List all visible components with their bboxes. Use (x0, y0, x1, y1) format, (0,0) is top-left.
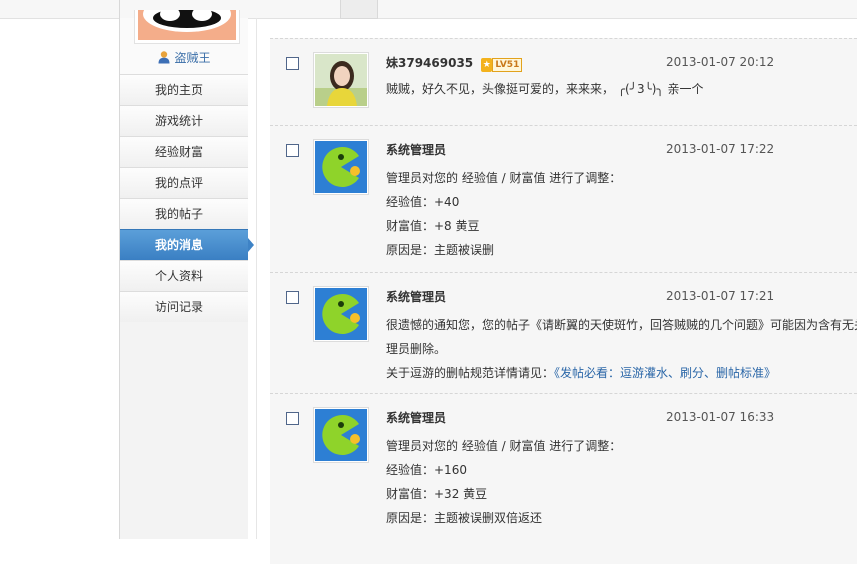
policy-prefix: 关于逗游的删帖规范详情请见： (386, 366, 555, 380)
sender-avatar[interactable] (313, 407, 369, 463)
sidebar-item-my-messages[interactable]: 我的消息 (120, 229, 254, 260)
toolbar-tab[interactable] (340, 0, 378, 19)
username-row[interactable]: 盗贼王 (120, 49, 248, 66)
message-body: 贼贼，好久不见，头像挺可爱的，来来来， ╭(╯3╰)╮ 亲一个 (386, 77, 857, 101)
content-divider (256, 18, 257, 539)
level-badge: ★ LV51 (481, 58, 523, 72)
profile-box: 盗贼王 (120, 10, 248, 74)
message-line: 经验值：+40 (386, 195, 460, 209)
message-checkbox[interactable] (286, 291, 299, 304)
message-line: 财富值：+32 黄豆 (386, 487, 488, 501)
sidebar-item-visit-history[interactable]: 访问记录 (120, 291, 248, 322)
message-checkbox[interactable] (286, 144, 299, 157)
message-list: 妹379469035 ★ LV51 2013-01-07 20:12 贼贼，好久不… (270, 38, 857, 564)
sender-name[interactable]: 系统管理员 (386, 409, 446, 426)
message-body: 管理员对您的 经验值 / 财富值 进行了调整： 经验值：+160 财富值：+32… (386, 434, 857, 530)
message-checkbox[interactable] (286, 57, 299, 70)
sender-avatar[interactable] (313, 286, 369, 342)
sidebar-item-experience-wealth[interactable]: 经验财富 (120, 136, 248, 167)
user-avatar[interactable] (134, 10, 240, 44)
sidebar-item-my-reviews[interactable]: 我的点评 (120, 167, 248, 198)
message-line: 经验值：+160 (386, 463, 467, 477)
sender-avatar[interactable] (313, 139, 369, 195)
sidebar-item-home[interactable]: 我的主页 (120, 74, 248, 105)
sidebar-nav: 我的主页 游戏统计 经验财富 我的点评 我的帖子 我的消息 个人资料 访问记录 (120, 74, 254, 322)
message-line: 财富值：+8 黄豆 (386, 219, 480, 233)
message-body: 很遗憾的通知您，您的帖子《请断翼的天使斑竹，回答贼贼的几个问题》可能因为含有无关… (386, 313, 857, 385)
message-line: 原因是：主题被误删 (386, 243, 495, 257)
message-time: 2013-01-07 16:33 (666, 410, 775, 424)
message-line: 管理员对您的 经验值 / 财富值 进行了调整： (386, 439, 622, 453)
message-line: 理员删除。 (386, 342, 447, 356)
sender-name[interactable]: 系统管理员 (386, 141, 446, 158)
user-icon (157, 50, 171, 64)
sender-name[interactable]: 系统管理员 (386, 288, 446, 305)
policy-link[interactable]: 《发帖必看：逗游灌水、刷分、删帖标准》 (554, 366, 776, 380)
sidebar: 盗贼王 我的主页 游戏统计 经验财富 我的点评 我的帖子 我的消息 个人资料 访… (120, 10, 254, 539)
message-line: 贼贼，好久不见，头像挺可爱的，来来来， ╭(╯3╰)╮ 亲一个 (386, 82, 704, 96)
message-item: 系统管理员 2013-01-07 17:21 很遗憾的通知您，您的帖子《请断翼的… (270, 272, 857, 393)
message-item: 系统管理员 2013-01-07 16:33 管理员对您的 经验值 / 财富值 … (270, 393, 857, 564)
message-item: 妹379469035 ★ LV51 2013-01-07 20:12 贼贼，好久不… (270, 38, 857, 125)
sender-name-text[interactable]: 妹379469035 (386, 56, 473, 70)
level-label: LV51 (492, 58, 523, 72)
sender-avatar[interactable] (313, 52, 369, 108)
message-item: 系统管理员 2013-01-07 17:22 管理员对您的 经验值 / 财富值 … (270, 125, 857, 272)
message-line: 关于逗游的删帖规范详情请见：《发帖必看：逗游灌水、刷分、删帖标准》 (386, 361, 857, 385)
message-line: 很遗憾的通知您，您的帖子《请断翼的天使斑竹，回答贼贼的几个问题》可能因为含有无关 (386, 318, 857, 332)
medal-icon: ★ (481, 58, 493, 72)
message-time: 2013-01-07 20:12 (666, 55, 775, 69)
sidebar-item-my-posts[interactable]: 我的帖子 (120, 198, 248, 229)
avatar-image (138, 10, 236, 40)
sidebar-item-game-stats[interactable]: 游戏统计 (120, 105, 248, 136)
message-time: 2013-01-07 17:21 (666, 289, 775, 303)
message-body: 管理员对您的 经验值 / 财富值 进行了调整： 经验值：+40 财富值：+8 黄… (386, 166, 857, 262)
top-toolbar-band (0, 0, 857, 19)
message-checkbox[interactable] (286, 412, 299, 425)
message-line: 管理员对您的 经验值 / 财富值 进行了调整： (386, 171, 622, 185)
message-time: 2013-01-07 17:22 (666, 142, 775, 156)
message-line: 原因是：主题被误删双倍返还 (386, 511, 543, 525)
sidebar-item-profile[interactable]: 个人资料 (120, 260, 248, 291)
username[interactable]: 盗贼王 (174, 51, 210, 65)
sender-name[interactable]: 妹379469035 ★ LV51 (386, 54, 523, 72)
